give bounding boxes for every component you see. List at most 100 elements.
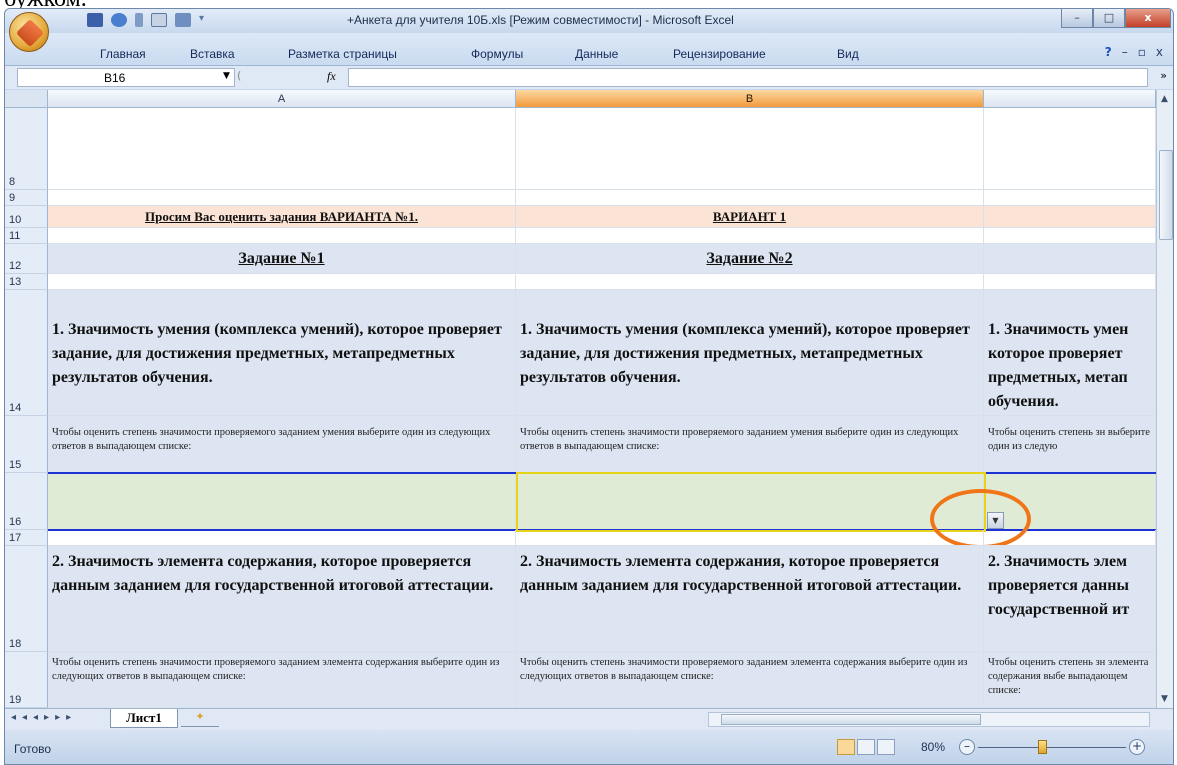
- minimize-button[interactable]: –: [1061, 9, 1093, 28]
- page-break-view-icon[interactable]: [877, 739, 895, 755]
- customize-qat-icon[interactable]: ▾: [199, 13, 215, 27]
- column-header-b[interactable]: B: [516, 90, 984, 108]
- tab-review[interactable]: Рецензирование: [673, 47, 766, 61]
- cell-a13[interactable]: [48, 274, 516, 290]
- cell-c12[interactable]: [984, 244, 1156, 274]
- row-header[interactable]: 9: [5, 190, 48, 206]
- row-header[interactable]: 13: [5, 274, 48, 290]
- cell-b10[interactable]: ВАРИАНТ 1: [516, 206, 984, 228]
- office-button[interactable]: [9, 12, 49, 52]
- formula-bar: B16 ▼ ( fx »: [5, 65, 1173, 89]
- quick-print-icon[interactable]: [175, 13, 191, 27]
- undo-icon[interactable]: [111, 13, 127, 27]
- column-header-c[interactable]: [984, 90, 1156, 108]
- cell-b8[interactable]: [516, 108, 984, 190]
- column-header-a[interactable]: A: [48, 90, 516, 108]
- name-box[interactable]: B16: [17, 68, 235, 87]
- row-header[interactable]: 19: [5, 652, 48, 708]
- name-box-dropdown-icon[interactable]: ▼: [223, 71, 230, 81]
- cell-a8[interactable]: [48, 108, 516, 190]
- row-header[interactable]: 14: [5, 290, 48, 416]
- cell-b13[interactable]: [516, 274, 984, 290]
- horizontal-scrollbar[interactable]: [708, 712, 1150, 727]
- formula-input[interactable]: [348, 68, 1148, 87]
- cell-c9[interactable]: [984, 190, 1156, 206]
- row-header[interactable]: 8: [5, 108, 48, 190]
- ribbon-tabs: Главная Вставка Разметка страницы Формул…: [5, 33, 1173, 65]
- cell-a11[interactable]: [48, 228, 516, 244]
- tab-page-layout[interactable]: Разметка страницы: [288, 47, 397, 61]
- cell-a9[interactable]: [48, 190, 516, 206]
- cell-b19[interactable]: Чтобы оценить степень значимости проверя…: [516, 652, 984, 708]
- cell-c19[interactable]: Чтобы оценить степень зн элемента содерж…: [984, 652, 1156, 708]
- doc-minimize-icon[interactable]: –: [1122, 45, 1128, 59]
- cell-b12[interactable]: Задание №2: [516, 244, 984, 274]
- close-button[interactable]: x: [1125, 9, 1171, 28]
- status-bar: Готово 80% – +: [5, 730, 1173, 764]
- cell-c11[interactable]: [984, 228, 1156, 244]
- formula-cancel-icon[interactable]: (: [237, 69, 241, 82]
- cell-c8[interactable]: [984, 108, 1156, 190]
- cell-b18[interactable]: 2. Значимость элемента содержания, котор…: [516, 546, 984, 652]
- cell-b9[interactable]: [516, 190, 984, 206]
- row-header[interactable]: 17: [5, 530, 48, 546]
- scroll-up-icon[interactable]: ▲: [1161, 94, 1168, 104]
- cell-a15[interactable]: Чтобы оценить степень значимости проверя…: [48, 416, 516, 473]
- cell-c17[interactable]: [984, 530, 1156, 546]
- cell-b17[interactable]: [516, 530, 984, 546]
- cell-a19[interactable]: Чтобы оценить степень значимости проверя…: [48, 652, 516, 708]
- row-header[interactable]: 15: [5, 416, 48, 473]
- row-header[interactable]: 12: [5, 244, 48, 274]
- zoom-level[interactable]: 80%: [921, 740, 945, 754]
- doc-close-icon[interactable]: x: [1156, 45, 1163, 59]
- quick-access-toolbar: ▾: [87, 13, 215, 27]
- vertical-scrollbar[interactable]: ▲ ▼: [1156, 90, 1173, 708]
- print-preview-icon[interactable]: [151, 13, 167, 27]
- doc-restore-icon[interactable]: ▫: [1138, 45, 1146, 59]
- help-icon[interactable]: ?: [1105, 45, 1112, 59]
- insert-function-icon[interactable]: fx: [327, 69, 336, 84]
- select-all-corner[interactable]: [5, 90, 48, 108]
- row-header[interactable]: 18: [5, 546, 48, 652]
- page-layout-view-icon[interactable]: [857, 739, 875, 755]
- insert-sheet-icon[interactable]: ✦: [181, 710, 219, 727]
- maximize-button[interactable]: □: [1093, 9, 1125, 28]
- tab-formulas[interactable]: Формулы: [471, 47, 523, 61]
- cell-b11[interactable]: [516, 228, 984, 244]
- scroll-down-icon[interactable]: ▼: [1161, 694, 1168, 704]
- tab-view[interactable]: Вид: [837, 47, 859, 61]
- spreadsheet-grid: 8 9 10 11 12 13 14 15 16 17 18 19 Просим…: [5, 108, 1156, 708]
- cell-a17[interactable]: [48, 530, 516, 546]
- undo-dropdown-icon[interactable]: [135, 13, 143, 27]
- normal-view-icon[interactable]: [837, 739, 855, 755]
- cell-c18[interactable]: 2. Значимость элем проверяется данны гос…: [984, 546, 1156, 652]
- zoom-slider-track[interactable]: [978, 747, 1126, 748]
- vertical-scroll-thumb[interactable]: [1159, 150, 1173, 240]
- cell-c14[interactable]: 1. Значимость умен которое проверяет пре…: [984, 290, 1156, 416]
- cell-c15[interactable]: Чтобы оценить степень зн выберите один и…: [984, 416, 1156, 473]
- cell-a12[interactable]: Задание №1: [48, 244, 516, 274]
- cell-c13[interactable]: [984, 274, 1156, 290]
- zoom-slider-thumb[interactable]: [1038, 740, 1047, 754]
- tab-home[interactable]: Главная: [100, 47, 146, 61]
- cell-a16[interactable]: [48, 473, 516, 530]
- row-header[interactable]: 16: [5, 473, 48, 530]
- cell-a14[interactable]: 1. Значимость умения (комплекса умений),…: [48, 290, 516, 416]
- cell-b14[interactable]: 1. Значимость умения (комплекса умений),…: [516, 290, 984, 416]
- zoom-out-button[interactable]: –: [959, 739, 975, 755]
- tab-data[interactable]: Данные: [575, 47, 618, 61]
- cell-c10[interactable]: [984, 206, 1156, 228]
- selected-cell-b16[interactable]: [516, 472, 986, 532]
- cell-b15[interactable]: Чтобы оценить степень значимости проверя…: [516, 416, 984, 473]
- expand-formula-bar-icon[interactable]: »: [1160, 69, 1167, 82]
- sheet-tab-list1[interactable]: Лист1: [110, 709, 178, 728]
- row-header[interactable]: 11: [5, 228, 48, 244]
- sheet-nav-arrows[interactable]: ◂◂◂▸▸▸: [11, 712, 77, 723]
- tab-insert[interactable]: Вставка: [190, 47, 235, 61]
- cell-a10[interactable]: Просим Вас оценить задания ВАРИАНТА №1.: [48, 206, 516, 228]
- save-icon[interactable]: [87, 13, 103, 27]
- zoom-in-button[interactable]: +: [1129, 739, 1145, 755]
- cell-a18[interactable]: 2. Значимость элемента содержания, котор…: [48, 546, 516, 652]
- row-header[interactable]: 10: [5, 206, 48, 228]
- horizontal-scroll-thumb[interactable]: [721, 714, 981, 725]
